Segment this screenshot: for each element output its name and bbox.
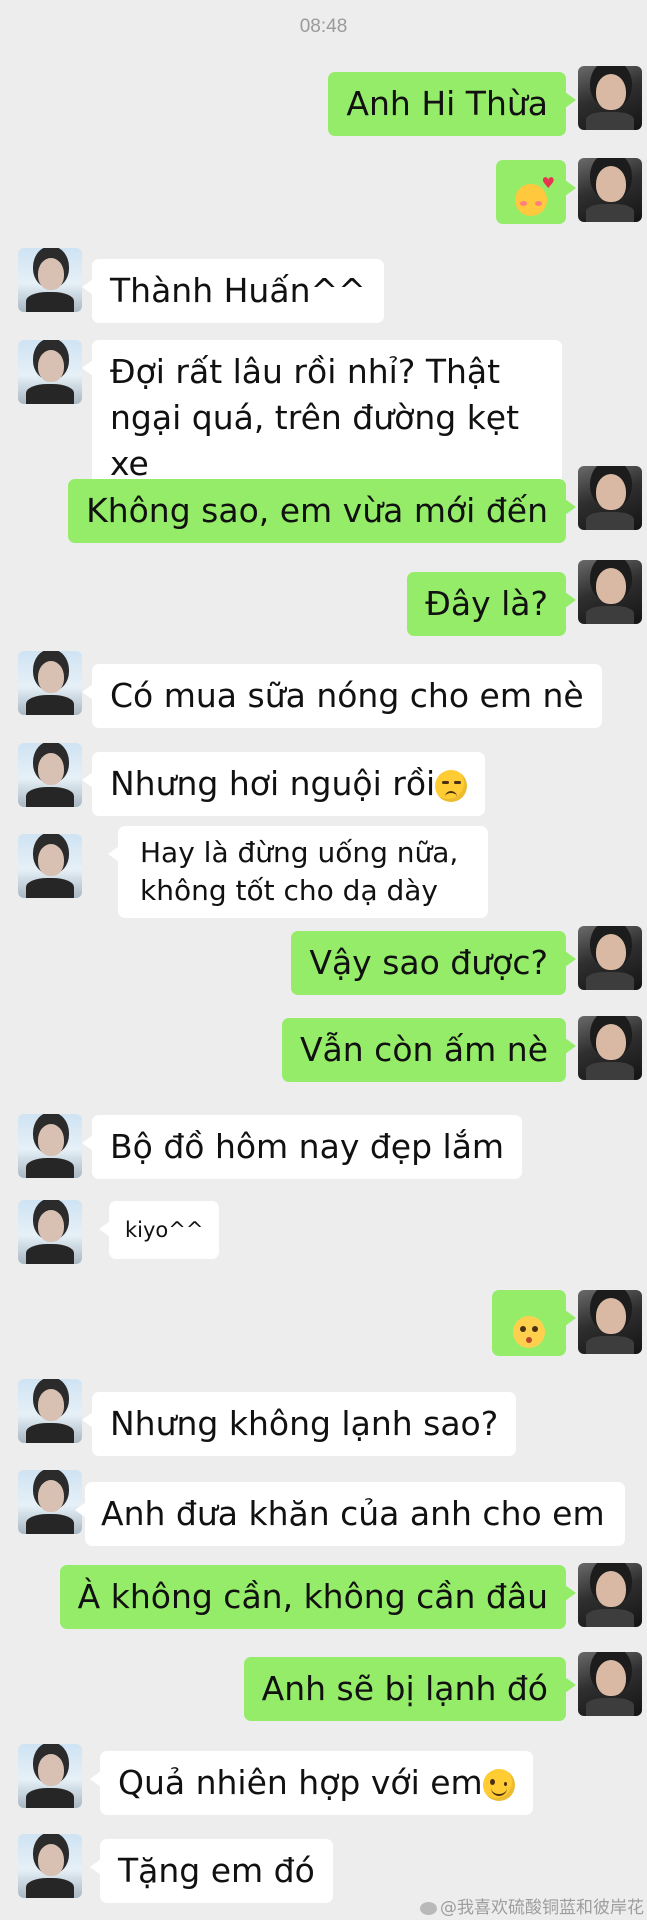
message-bubble[interactable]: Nhưng không lạnh sao? [81, 1392, 517, 1456]
contact-avatar[interactable] [18, 1744, 82, 1808]
pouting-face-icon [513, 1315, 545, 1348]
message-bubble[interactable]: Vẫn còn ấm nè [281, 1018, 577, 1082]
message-text: Có mua sữa nóng cho em nè [110, 676, 584, 715]
message-bubble[interactable] [492, 1290, 576, 1356]
message-text: Thành Huấn^^ [110, 271, 366, 310]
self-avatar[interactable] [578, 1290, 642, 1354]
message-text: Quả nhiên hợp với em [118, 1763, 483, 1802]
message-text: Đây là? [425, 584, 548, 623]
message-bubble[interactable]: Có mua sữa nóng cho em nè [82, 664, 602, 728]
message-bubble[interactable]: kiyo^^ [98, 1201, 220, 1259]
contact-avatar[interactable] [18, 651, 82, 715]
watermark-text: @我喜欢硫酸铜蓝和彼岸花 [440, 1898, 644, 1918]
message-bubble[interactable]: Anh sẽ bị lạnh đó [243, 1657, 577, 1721]
message-text: Vẫn còn ấm nè [299, 1030, 548, 1069]
message-text: Không sao, em vừa mới đến [86, 491, 548, 530]
self-avatar[interactable] [578, 560, 642, 624]
disappointed-face-icon [435, 769, 468, 802]
winking-face-icon [482, 1768, 515, 1801]
message-bubble[interactable]: Hay là đừng uống nữa, không tốt cho dạ d… [108, 826, 488, 918]
message-text: À không cần, không cần đâu [77, 1577, 548, 1616]
contact-avatar[interactable] [18, 248, 82, 312]
message-bubble[interactable] [496, 160, 576, 224]
message-text: Anh Hi Thừa [346, 84, 548, 123]
message-bubble[interactable]: Vậy sao được? [291, 931, 576, 995]
self-avatar[interactable] [578, 1652, 642, 1716]
message-bubble[interactable]: Thành Huấn^^ [82, 259, 384, 323]
weibo-icon [420, 1901, 437, 1915]
message-bubble[interactable]: Anh Hi Thừa [328, 72, 576, 136]
self-avatar[interactable] [578, 466, 642, 530]
message-text: Đợi rất lâu rồi nhỉ? Thật ngại quá, trên… [110, 352, 520, 483]
contact-avatar[interactable] [18, 1379, 82, 1443]
contact-avatar[interactable] [18, 743, 82, 807]
watermark: @我喜欢硫酸铜蓝和彼岸花 [420, 1893, 644, 1918]
message-bubble[interactable]: Tặng em đó [90, 1839, 333, 1903]
message-text: Tặng em đó [118, 1851, 315, 1890]
message-text: Nhưng không lạnh sao? [110, 1404, 499, 1443]
message-bubble[interactable]: Anh đưa khăn của anh cho em [75, 1482, 625, 1546]
message-bubble[interactable]: Quả nhiên hợp với em [90, 1751, 533, 1815]
contact-avatar[interactable] [18, 1470, 82, 1534]
message-text: Anh sẽ bị lạnh đó [261, 1669, 548, 1708]
timestamp: 08:48 [299, 16, 348, 37]
smiling-face-with-hearts-icon [515, 176, 555, 216]
contact-avatar[interactable] [18, 1834, 82, 1898]
message-text: Anh đưa khăn của anh cho em [101, 1494, 605, 1533]
contact-avatar[interactable] [18, 1200, 82, 1264]
self-avatar[interactable] [578, 66, 642, 130]
contact-avatar[interactable] [18, 1114, 82, 1178]
message-bubble[interactable]: Đây là? [407, 572, 576, 636]
message-text: Vậy sao được? [309, 943, 548, 982]
message-text: Bộ đồ hôm nay đẹp lắm [110, 1127, 505, 1166]
self-avatar[interactable] [578, 926, 642, 990]
message-bubble[interactable]: Đợi rất lâu rồi nhỉ? Thật ngại quá, trên… [82, 340, 562, 496]
message-bubble[interactable]: Bộ đồ hôm nay đẹp lắm [81, 1115, 523, 1179]
self-avatar[interactable] [578, 158, 642, 222]
self-avatar[interactable] [578, 1016, 642, 1080]
message-bubble[interactable]: Nhưng hơi nguội rồi [81, 752, 486, 816]
contact-avatar[interactable] [18, 340, 82, 404]
message-text: Hay là đừng uống nữa, không tốt cho dạ d… [140, 836, 459, 907]
message-text: kiyo^^ [125, 1218, 204, 1242]
contact-avatar[interactable] [18, 834, 82, 898]
message-bubble[interactable]: Không sao, em vừa mới đến [68, 479, 576, 543]
self-avatar[interactable] [578, 1563, 642, 1627]
message-bubble[interactable]: À không cần, không cần đâu [59, 1565, 577, 1629]
message-text: Nhưng hơi nguội rồi [110, 764, 436, 803]
